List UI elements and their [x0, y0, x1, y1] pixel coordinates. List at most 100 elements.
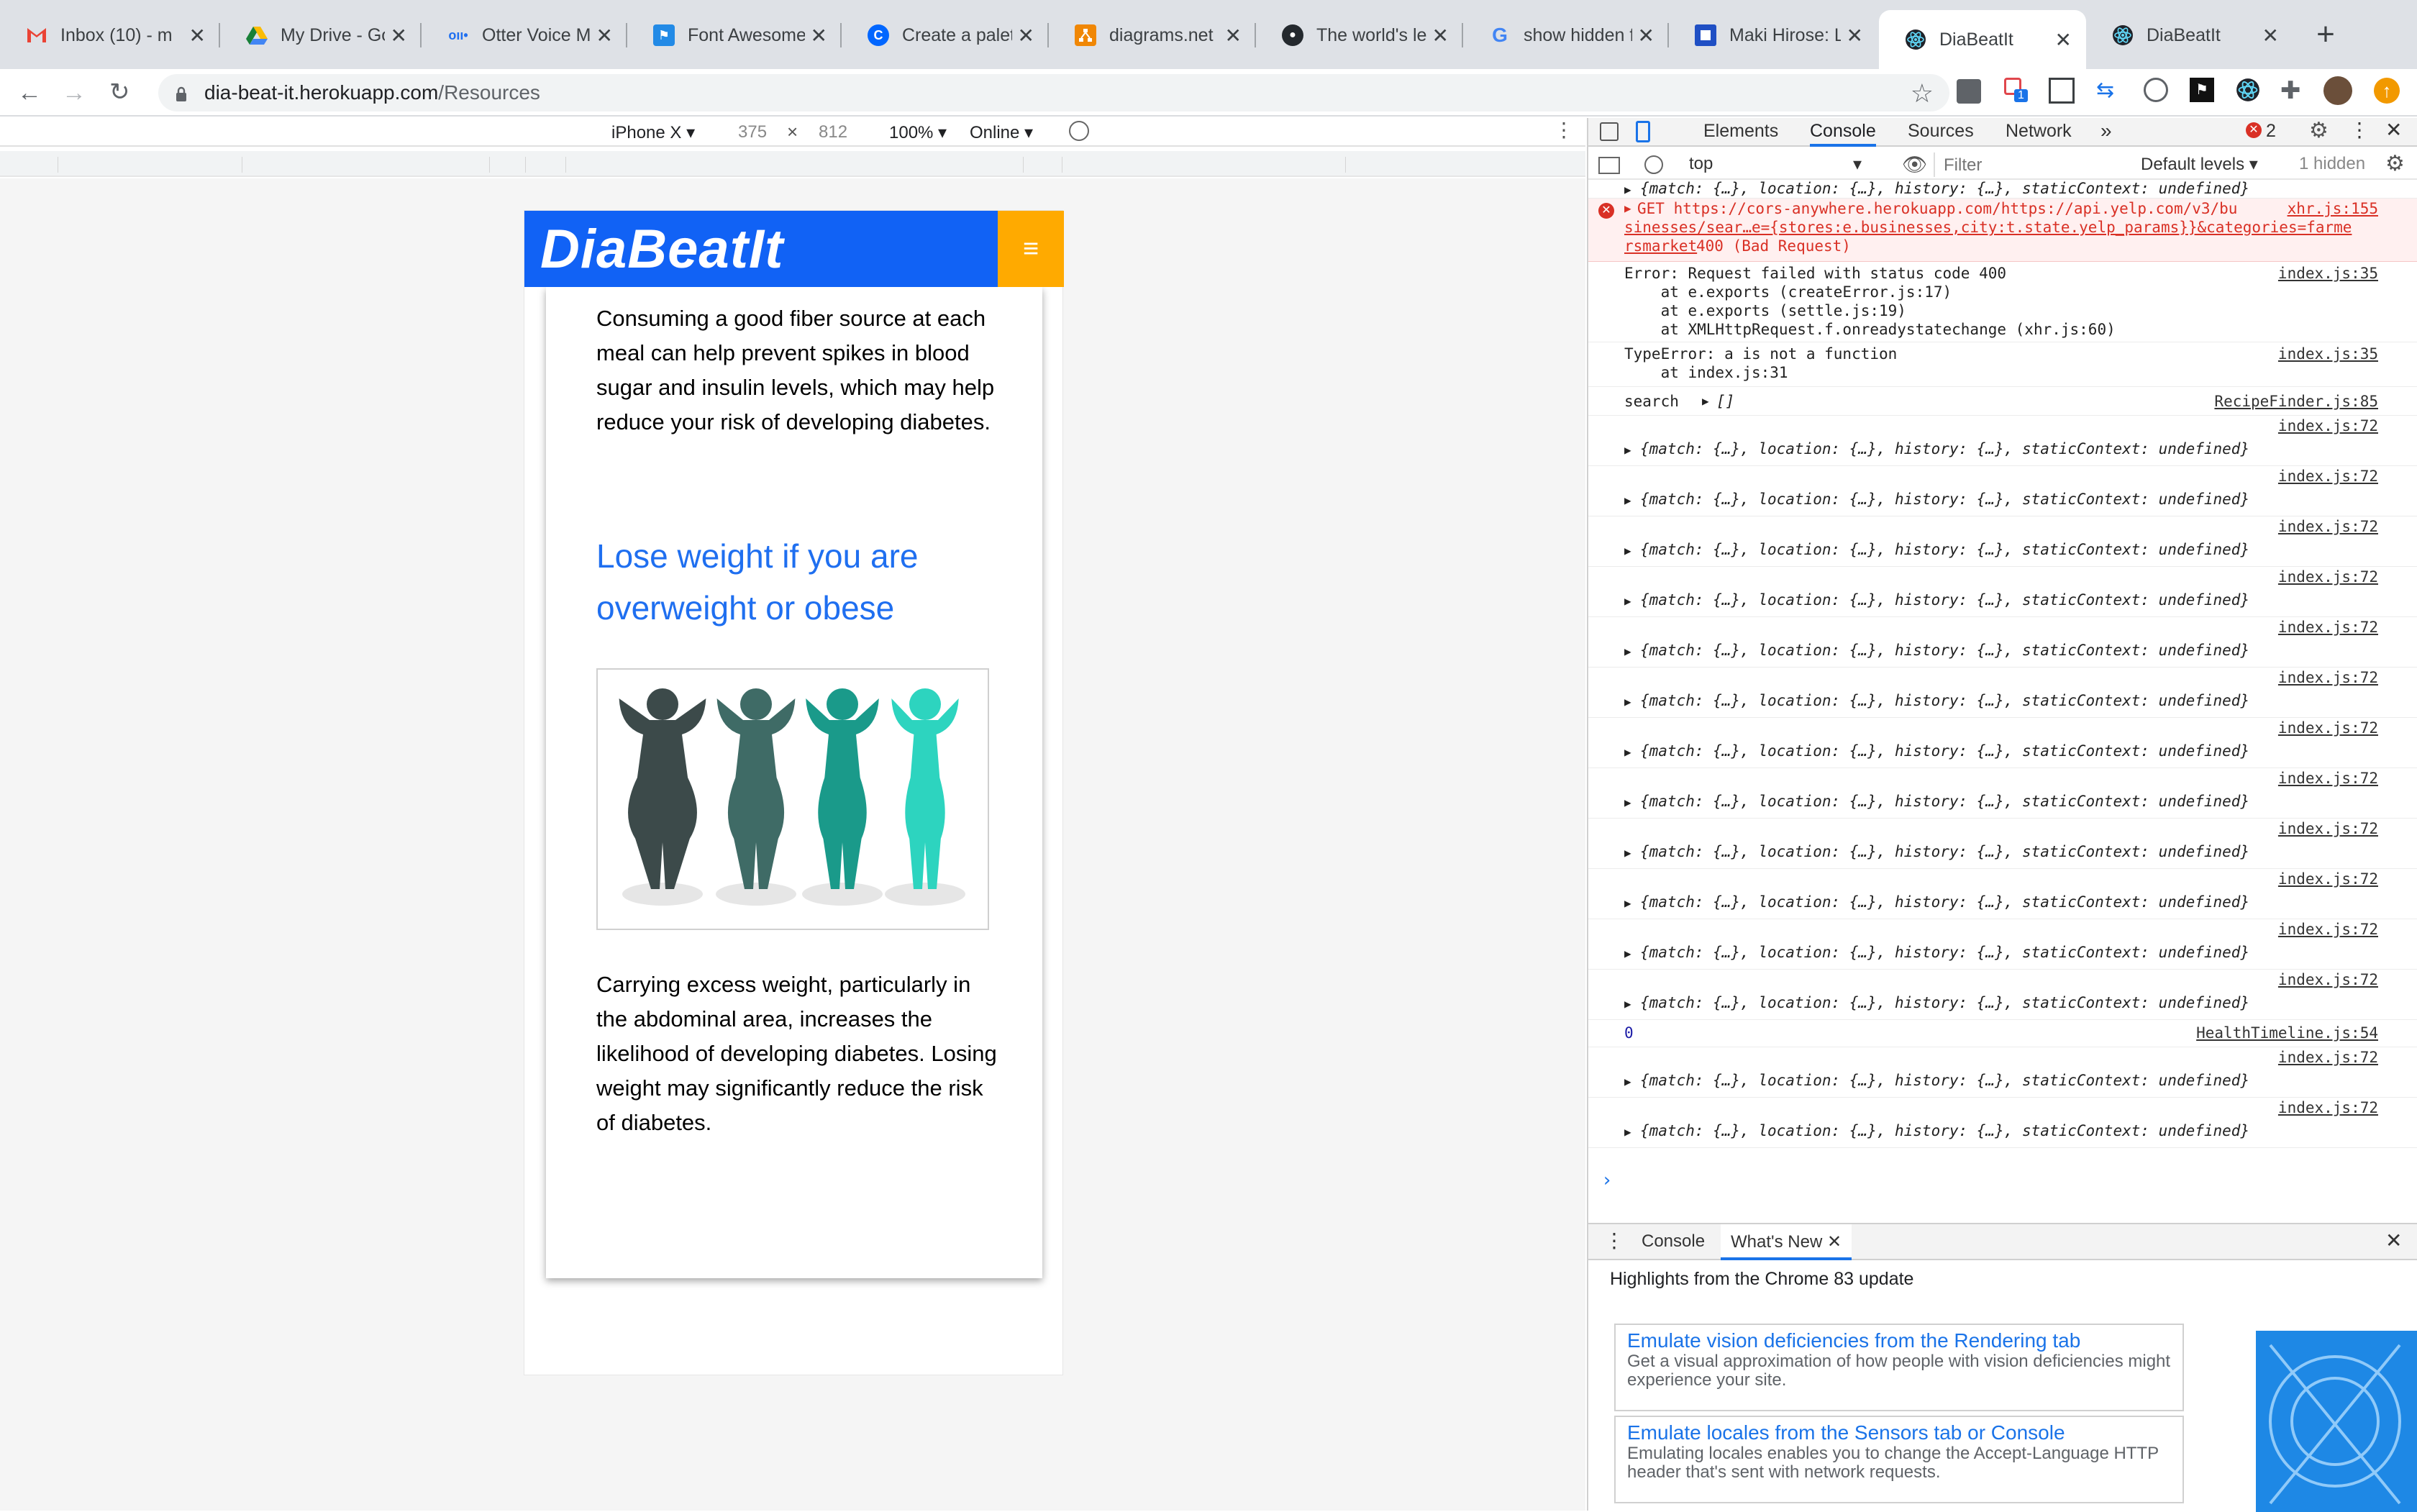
- close-icon[interactable]: ✕: [1225, 24, 1242, 47]
- live-expression-eye-icon[interactable]: 👁: [1902, 152, 1928, 176]
- source-link[interactable]: index.js:72: [2278, 1049, 2378, 1066]
- expand-arrow-icon[interactable]: ▶: [1624, 846, 1631, 860]
- source-link[interactable]: index.js:72: [2278, 770, 2378, 787]
- drawer-tab-whats-new[interactable]: What's New ✕: [1721, 1224, 1852, 1260]
- error-count[interactable]: 2: [2266, 121, 2276, 142]
- close-icon[interactable]: ✕: [2262, 24, 2279, 47]
- brand-logo[interactable]: DiaBeatIt: [540, 218, 783, 281]
- hamburger-menu-icon[interactable]: ≡: [998, 211, 1064, 287]
- expand-arrow-icon[interactable]: ▶: [1624, 896, 1631, 910]
- extensions-puzzle-icon[interactable]: ✚: [2280, 76, 2301, 105]
- drawer-menu-icon[interactable]: ⋮: [1604, 1229, 1624, 1252]
- tab-github[interactable]: ● The world's le ✕: [1256, 10, 1463, 60]
- log-row[interactable]: index.js:72 ▶ {match: {…}, location: {…}, …: [1588, 819, 2417, 869]
- flag-extension-icon[interactable]: ⚑: [2190, 78, 2214, 102]
- expand-arrow-icon[interactable]: ▶: [1624, 645, 1631, 658]
- source-link[interactable]: index.js:72: [2278, 921, 2378, 938]
- tab-diabeatit[interactable]: DiaBeatIt ✕: [2086, 10, 2293, 60]
- extension-icon[interactable]: [1957, 79, 1981, 104]
- tab-sources[interactable]: Sources: [1908, 121, 1974, 147]
- bookmark-star-icon[interactable]: ☆: [1911, 78, 1934, 109]
- log-row[interactable]: index.js:72 ▶ {match: {…}, location: {…}, …: [1588, 869, 2417, 919]
- back-button[interactable]: ←: [17, 79, 42, 107]
- console-filter-input[interactable]: [1944, 154, 2124, 177]
- source-link[interactable]: RecipeFinder.js:85: [2214, 393, 2378, 410]
- tab-coolors[interactable]: C Create a palet ✕: [842, 10, 1049, 60]
- sync-icon[interactable]: ⇆: [2096, 78, 2114, 103]
- close-icon[interactable]: ✕: [189, 24, 206, 47]
- source-link[interactable]: index.js:72: [2278, 870, 2378, 888]
- log-row[interactable]: index.js:72 ▶ {match: {…}, location: {…}, …: [1588, 768, 2417, 819]
- close-drawer-icon[interactable]: ✕: [2385, 1229, 2402, 1252]
- more-tabs-icon[interactable]: »: [2100, 119, 2112, 142]
- drawer-tab-console[interactable]: Console: [1642, 1231, 1705, 1252]
- close-icon[interactable]: ✕: [811, 24, 827, 47]
- extension-circle-icon[interactable]: [2144, 78, 2168, 102]
- source-link[interactable]: xhr.js:155: [2288, 200, 2378, 217]
- close-devtools-icon[interactable]: ✕: [2385, 118, 2402, 142]
- sidebar-toggle-icon[interactable]: [1598, 157, 1620, 174]
- expand-arrow-icon[interactable]: ▶: [1624, 493, 1631, 507]
- log-row[interactable]: index.js:72 ▶ {match: {…}, location: {…}, …: [1588, 567, 2417, 617]
- whats-new-card[interactable]: Emulate locales from the Sensors tab or …: [1614, 1416, 2184, 1503]
- source-link[interactable]: index.js:35: [2278, 345, 2378, 363]
- tab-google-drive[interactable]: My Drive - Go ✕: [220, 10, 422, 60]
- log-row[interactable]: index.js:72 ▶ {match: {…}, location: {…}, …: [1588, 718, 2417, 768]
- close-icon[interactable]: ✕: [1432, 24, 1449, 47]
- close-icon[interactable]: ✕: [596, 24, 613, 47]
- log-row[interactable]: 0 HealthTimeline.js:54: [1588, 1020, 2417, 1047]
- expand-arrow-icon[interactable]: ▶: [1624, 443, 1631, 457]
- tab-google-search[interactable]: G show hidden f ✕: [1463, 10, 1669, 60]
- more-options-icon[interactable]: ⋮: [1554, 118, 1574, 142]
- log-row[interactable]: index.js:72 ▶ {match: {…}, location: {…}, …: [1588, 516, 2417, 567]
- log-levels-select[interactable]: Default levels ▾: [2141, 154, 2258, 175]
- source-link[interactable]: index.js:72: [2278, 417, 2378, 434]
- rotate-icon[interactable]: [1069, 121, 1089, 141]
- log-row[interactable]: index.js:72 ▶ {match: {…}, location: {…}, …: [1588, 466, 2417, 516]
- expand-arrow-icon[interactable]: ▶: [1624, 594, 1631, 608]
- tab-elements[interactable]: Elements: [1703, 121, 1778, 147]
- source-link[interactable]: index.js:72: [2278, 468, 2378, 485]
- device-height-input[interactable]: 812: [819, 122, 847, 142]
- context-select[interactable]: top ▾: [1689, 154, 1876, 177]
- source-link[interactable]: index.js:72: [2278, 971, 2378, 988]
- log-row[interactable]: index.js:72 ▶ {match: {…}, location: {…}, …: [1588, 970, 2417, 1020]
- update-icon[interactable]: ↑: [2374, 78, 2400, 104]
- device-toggle-icon[interactable]: [1636, 121, 1650, 142]
- log-row[interactable]: index.js:72 ▶ {match: {…}, location: {…}, …: [1588, 919, 2417, 970]
- clear-console-icon[interactable]: [1644, 155, 1663, 174]
- avatar[interactable]: [2323, 76, 2352, 105]
- tab-console[interactable]: Console: [1810, 121, 1876, 147]
- tab-maki-hirose[interactable]: Maki Hirose: L ✕: [1669, 10, 1877, 60]
- tab-otter[interactable]: oıı• Otter Voice M ✕: [422, 10, 627, 60]
- inspect-element-icon[interactable]: [1600, 122, 1619, 141]
- console-prompt-icon[interactable]: ›: [1601, 1170, 1613, 1191]
- source-link[interactable]: index.js:72: [2278, 669, 2378, 686]
- source-link[interactable]: index.js:72: [2278, 568, 2378, 586]
- log-row[interactable]: index.js:72 ▶ {match: {…}, location: {…}, …: [1588, 617, 2417, 668]
- source-link[interactable]: HealthTimeline.js:54: [2196, 1024, 2378, 1042]
- source-link[interactable]: index.js:72: [2278, 619, 2378, 636]
- source-link[interactable]: index.js:72: [2278, 719, 2378, 737]
- source-link[interactable]: index.js:72: [2278, 820, 2378, 837]
- close-icon[interactable]: ✕: [1638, 24, 1654, 47]
- log-row[interactable]: ▶ {match: {…}, location: {…}, history: {……: [1588, 181, 2417, 199]
- error-row[interactable]: ✕ ▶ GET https://cors-anywhere.herokuapp.…: [1588, 199, 2417, 262]
- expand-arrow-icon[interactable]: ▶: [1624, 947, 1631, 960]
- network-throttle-select[interactable]: Online ▾: [970, 122, 1033, 143]
- close-icon[interactable]: ✕: [1847, 24, 1863, 47]
- source-link[interactable]: index.js:35: [2278, 265, 2378, 282]
- source-link[interactable]: index.js:72: [2278, 1099, 2378, 1116]
- tab-network[interactable]: Network: [2006, 121, 2072, 147]
- zoom-select[interactable]: 100% ▾: [889, 122, 947, 143]
- tab-font-awesome[interactable]: ⚑ Font Awesome ✕: [627, 10, 842, 60]
- close-icon[interactable]: ✕: [2055, 28, 2072, 52]
- expand-arrow-icon[interactable]: ▶: [1624, 997, 1631, 1011]
- address-bar[interactable]: dia-beat-it.herokuapp.com/Resources ☆: [158, 74, 1949, 111]
- expand-arrow-icon[interactable]: ▶: [1624, 1125, 1631, 1139]
- device-select[interactable]: iPhone X ▾: [611, 122, 695, 143]
- tab-diabeatit-active[interactable]: DiaBeatIt ✕: [1879, 10, 2086, 69]
- expand-arrow-icon[interactable]: ▶: [1624, 695, 1631, 709]
- tab-gmail[interactable]: Inbox (10) - m ✕: [0, 10, 220, 60]
- expand-arrow-icon[interactable]: ▶: [1624, 745, 1631, 759]
